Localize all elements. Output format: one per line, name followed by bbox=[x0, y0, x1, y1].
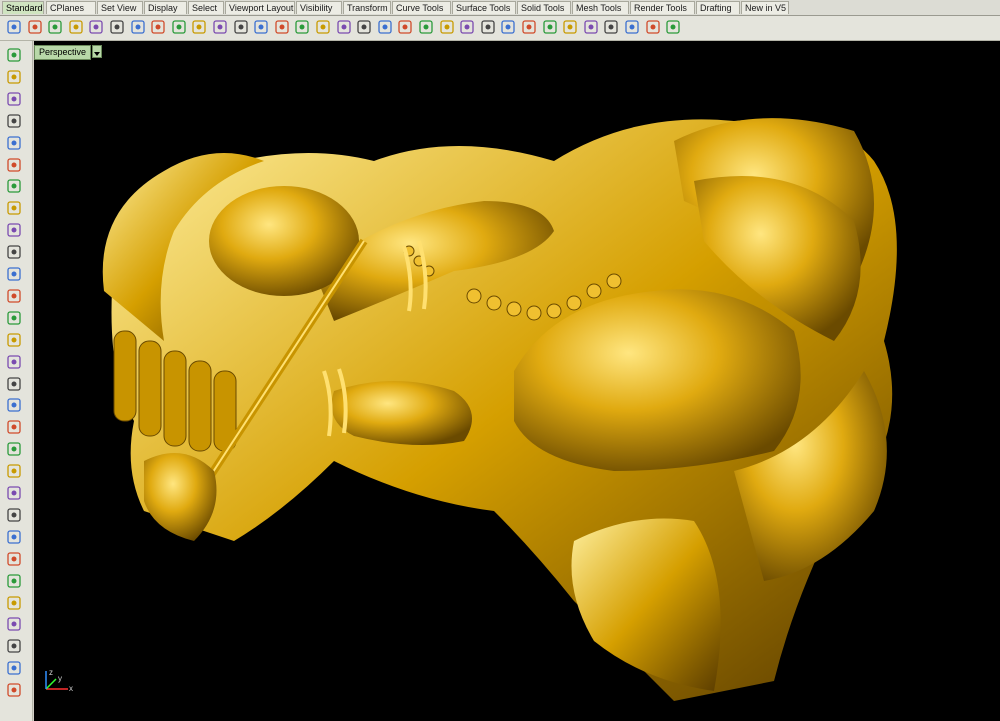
zoom-icon[interactable] bbox=[253, 19, 269, 35]
boolean-icon[interactable] bbox=[6, 397, 24, 415]
tab-render-tools[interactable]: Render Tools bbox=[630, 1, 695, 14]
pan-hand-icon[interactable] bbox=[212, 19, 228, 35]
export-icon[interactable] bbox=[109, 19, 125, 35]
new-file-icon[interactable] bbox=[6, 19, 22, 35]
rotate-view-icon[interactable] bbox=[336, 19, 352, 35]
edit-icon[interactable] bbox=[6, 638, 24, 656]
tab-cplanes[interactable]: CPlanes bbox=[46, 1, 96, 14]
tab-standard[interactable]: Standard bbox=[2, 1, 44, 14]
rectangle-icon[interactable] bbox=[6, 200, 24, 218]
tab-visibility[interactable]: Visibility bbox=[296, 1, 342, 14]
car-icon[interactable] bbox=[397, 19, 413, 35]
tools-icon[interactable] bbox=[645, 19, 661, 35]
mesh-icon[interactable] bbox=[6, 660, 24, 678]
move-icon[interactable] bbox=[233, 19, 249, 35]
help-icon[interactable] bbox=[665, 19, 681, 35]
tab-solid-tools[interactable]: Solid Tools bbox=[517, 1, 571, 14]
lamp-icon[interactable] bbox=[603, 19, 619, 35]
offset-icon[interactable] bbox=[6, 244, 24, 262]
color-wheel-icon[interactable] bbox=[521, 19, 537, 35]
sphere-icon[interactable] bbox=[6, 332, 24, 350]
group-icon[interactable] bbox=[6, 507, 24, 525]
sphere-render-icon[interactable] bbox=[562, 19, 578, 35]
undo-icon[interactable] bbox=[191, 19, 207, 35]
tab-mesh-tools[interactable]: Mesh Tools bbox=[572, 1, 629, 14]
curve-icon[interactable] bbox=[6, 113, 24, 131]
zoom-selected-icon[interactable] bbox=[315, 19, 331, 35]
paste-icon[interactable] bbox=[171, 19, 187, 35]
layers-icon[interactable] bbox=[459, 19, 475, 35]
y-axis-label: y bbox=[58, 674, 62, 683]
grid-icon[interactable] bbox=[377, 19, 393, 35]
transform-icon[interactable] bbox=[6, 441, 24, 459]
zoom-window-icon[interactable] bbox=[274, 19, 290, 35]
tab-display[interactable]: Display bbox=[144, 1, 187, 14]
z-axis-label: z bbox=[49, 668, 53, 677]
fillet-icon[interactable] bbox=[6, 266, 24, 284]
save-icon[interactable] bbox=[47, 19, 63, 35]
render-icon[interactable] bbox=[500, 19, 516, 35]
light-icon[interactable] bbox=[480, 19, 496, 35]
loft-icon[interactable] bbox=[6, 376, 24, 394]
select-arrow-icon[interactable] bbox=[6, 47, 24, 65]
zoom-extents-icon[interactable] bbox=[294, 19, 310, 35]
arc-icon[interactable] bbox=[6, 157, 24, 175]
lock-icon[interactable] bbox=[418, 19, 434, 35]
surface-icon[interactable] bbox=[6, 288, 24, 306]
ellipse-icon[interactable] bbox=[6, 222, 24, 240]
print-icon[interactable] bbox=[68, 19, 84, 35]
tab-curve-tools[interactable]: Curve Tools bbox=[392, 1, 451, 14]
tab-drafting[interactable]: Drafting bbox=[696, 1, 740, 14]
x-axis-label: x bbox=[69, 684, 73, 693]
tab-set-view[interactable]: Set View bbox=[97, 1, 143, 14]
extrude-icon[interactable] bbox=[6, 354, 24, 372]
import-icon[interactable] bbox=[88, 19, 104, 35]
tab-surface-tools[interactable]: Surface Tools bbox=[452, 1, 516, 14]
fill-icon[interactable] bbox=[6, 485, 24, 503]
axis-indicator: z y x bbox=[45, 668, 73, 693]
rotate-icon[interactable] bbox=[6, 551, 24, 569]
split-icon[interactable] bbox=[6, 529, 24, 547]
sphere-blue-icon[interactable] bbox=[583, 19, 599, 35]
point-icon[interactable] bbox=[6, 69, 24, 87]
open-file-icon[interactable] bbox=[27, 19, 43, 35]
gold-statue-model[interactable] bbox=[34, 41, 1000, 721]
viewport-layout-icon[interactable] bbox=[356, 19, 372, 35]
perspective-viewport[interactable]: Perspective z y x bbox=[34, 41, 1000, 721]
properties-icon[interactable] bbox=[439, 19, 455, 35]
more-icon[interactable] bbox=[6, 682, 24, 700]
viewport-menu-dropdown-icon[interactable] bbox=[92, 45, 102, 58]
tab-select[interactable]: Select bbox=[188, 1, 224, 14]
block-icon[interactable] bbox=[6, 616, 24, 634]
cut-icon[interactable] bbox=[130, 19, 146, 35]
settings-gear-icon[interactable] bbox=[624, 19, 640, 35]
dimension-icon[interactable] bbox=[6, 595, 24, 613]
box-icon[interactable] bbox=[6, 310, 24, 328]
tab-viewport-layout[interactable]: Viewport Layout bbox=[225, 1, 295, 14]
array-icon[interactable] bbox=[6, 419, 24, 437]
material-icon[interactable] bbox=[542, 19, 558, 35]
polygon-icon[interactable] bbox=[6, 178, 24, 196]
viewport-title-tab[interactable]: Perspective bbox=[34, 45, 92, 60]
standard-toolbar bbox=[0, 16, 1000, 41]
text-icon[interactable] bbox=[6, 573, 24, 591]
left-toolbar bbox=[0, 41, 33, 721]
toolbar-tab-strip: Standard CPlanes Set View Display Select View… bbox=[0, 0, 1000, 16]
tab-new-in-v5[interactable]: New in V5 bbox=[741, 1, 789, 14]
circle-icon[interactable] bbox=[6, 135, 24, 153]
tab-transform[interactable]: Transform bbox=[343, 1, 391, 14]
copy-icon[interactable] bbox=[150, 19, 166, 35]
mirror-icon[interactable] bbox=[6, 463, 24, 481]
polyline-icon[interactable] bbox=[6, 91, 24, 109]
